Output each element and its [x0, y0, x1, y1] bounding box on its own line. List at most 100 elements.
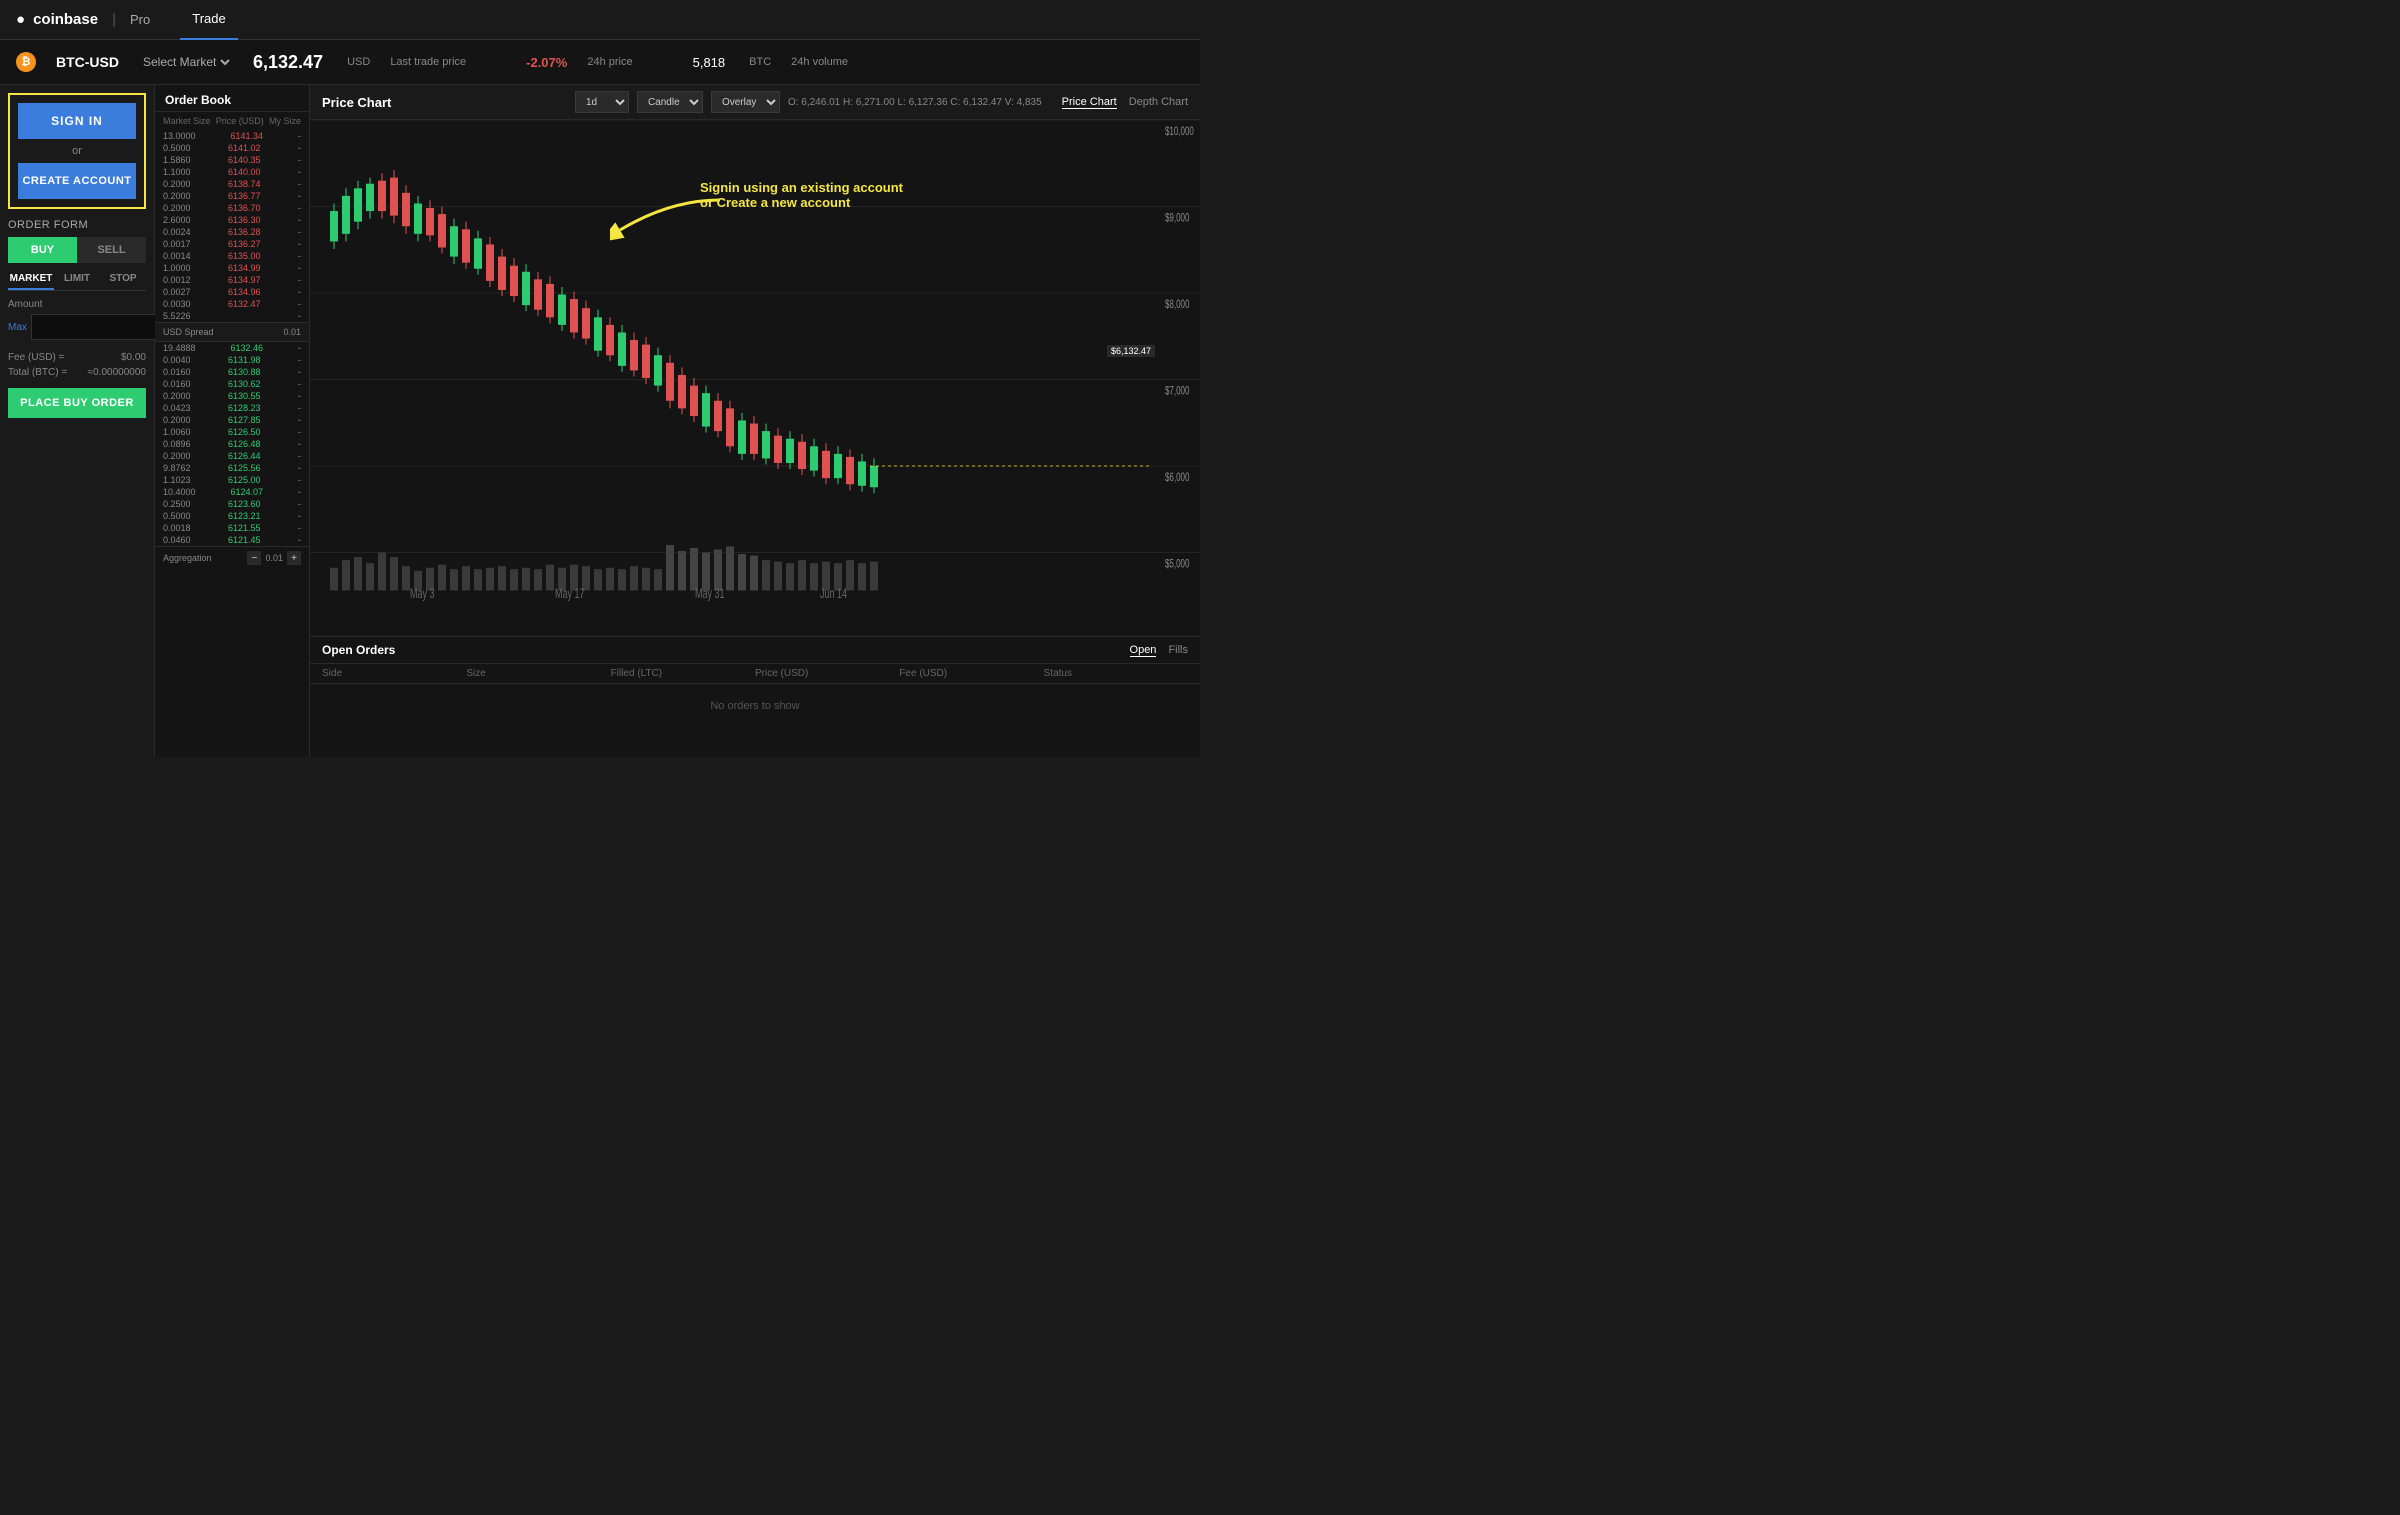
ask-mysize: - [298, 239, 301, 249]
tab-open[interactable]: Open [1130, 644, 1157, 657]
ask-mysize: - [298, 263, 301, 273]
tab-depth-chart[interactable]: Depth Chart [1129, 96, 1188, 109]
col-market-size: Market Size [163, 116, 211, 126]
bid-mysize: - [298, 427, 301, 437]
ask-price: 6135.00 [228, 251, 261, 261]
bid-mysize: - [298, 403, 301, 413]
timeframe-select[interactable]: 1d1h15m [575, 91, 629, 113]
col-price-usd: Price (USD) [755, 668, 899, 679]
col-filled: Filled (LTC) [611, 668, 755, 679]
svg-text:$6,000: $6,000 [1165, 472, 1190, 485]
ask-mysize: - [298, 275, 301, 285]
sign-in-box: SIGN IN or CREATE ACCOUNT [8, 93, 146, 209]
bid-row: 9.87626125.56- [155, 462, 309, 474]
total-label: Total (BTC) = [8, 367, 67, 378]
aggregation-plus-button[interactable]: + [287, 551, 301, 565]
volume-unit: BTC [749, 56, 771, 68]
btc-icon: ₿ [16, 52, 36, 72]
ask-mysize: - [298, 251, 301, 261]
market-tab[interactable]: MARKET [8, 269, 54, 290]
aggregation-minus-button[interactable]: − [247, 551, 261, 565]
ticker-bar: ₿ BTC-USD Select Market 6,132.47 USD Las… [0, 40, 1200, 85]
bid-mysize: - [298, 511, 301, 521]
ask-size: 0.0014 [163, 251, 191, 261]
tab-fills[interactable]: Fills [1168, 644, 1188, 657]
sell-tab[interactable]: SELL [77, 237, 146, 263]
place-order-button[interactable]: PLACE BUY ORDER [8, 388, 146, 418]
ask-mysize: - [298, 179, 301, 189]
tab-trade[interactable]: Trade [180, 0, 237, 40]
svg-text:May 31: May 31 [695, 587, 724, 601]
bid-row: 0.20006127.85- [155, 414, 309, 426]
open-orders-header: Open Orders Open Fills [310, 637, 1200, 664]
ask-mysize: - [298, 287, 301, 297]
col-size: Size [466, 668, 610, 679]
ask-row: 0.20006136.77- [155, 190, 309, 202]
ask-row: 1.00006134.99- [155, 262, 309, 274]
bid-price: 6121.45 [228, 535, 261, 545]
candle-chart-svg: $10,000 $9,000 $8,000 $7,000 $6,000 $5,0… [310, 120, 1200, 636]
select-market[interactable]: Select Market [139, 54, 233, 70]
svg-text:$10,000: $10,000 [1165, 126, 1194, 139]
ask-mysize: - [298, 191, 301, 201]
ask-size: 2.6000 [163, 215, 191, 225]
overlay-select[interactable]: Overlay [711, 91, 780, 113]
tab-price-chart[interactable]: Price Chart [1062, 96, 1117, 109]
bid-size: 0.2500 [163, 499, 191, 509]
ask-size: 13.0000 [163, 131, 196, 141]
max-link[interactable]: Max [8, 322, 31, 333]
ask-row: 2.60006136.30- [155, 214, 309, 226]
chart-area: Price Chart 1d1h15m CandleLine Overlay O… [310, 85, 1200, 757]
open-orders-tabs: Open Fills [1130, 644, 1188, 657]
ask-price: 6136.28 [228, 227, 261, 237]
bid-mysize: - [298, 463, 301, 473]
main-layout: SIGN IN or CREATE ACCOUNT Order Form BUY… [0, 85, 1200, 757]
bid-row: 0.25006123.60- [155, 498, 309, 510]
ask-size: 1.1000 [163, 167, 191, 177]
bid-row: 0.00406131.98- [155, 354, 309, 366]
ask-mysize: - [298, 311, 301, 321]
ask-price: 6134.99 [228, 263, 261, 273]
fee-row: Fee (USD) = $0.00 [8, 350, 146, 365]
bid-size: 0.0040 [163, 355, 191, 365]
ask-size: 0.0012 [163, 275, 191, 285]
current-price-label: $6,132.47 [1107, 345, 1155, 357]
sign-in-button[interactable]: SIGN IN [18, 103, 136, 139]
bid-price: 6125.56 [228, 463, 261, 473]
buy-sell-tabs: BUY SELL [8, 237, 146, 263]
stop-tab[interactable]: STOP [100, 269, 146, 290]
order-book-columns: Market Size Price (USD) My Size [155, 112, 309, 130]
chart-title: Price Chart [322, 95, 391, 110]
ohlcv-data: O: 6,246.01 H: 6,271.00 L: 6,127.36 C: 6… [788, 97, 1042, 108]
bid-price: 6127.85 [228, 415, 261, 425]
bid-price: 6128.23 [228, 403, 261, 413]
ask-mysize: - [298, 155, 301, 165]
ask-size: 5.5226 [163, 311, 191, 321]
bid-mysize: - [298, 391, 301, 401]
ask-price: 6136.77 [228, 191, 261, 201]
total-row: Total (BTC) = ≈0.00000000 [8, 365, 146, 380]
bid-size: 1.1023 [163, 475, 191, 485]
chart-type-select[interactable]: CandleLine [637, 91, 703, 113]
price-chart-section: Price Chart 1d1h15m CandleLine Overlay O… [310, 85, 1200, 637]
fee-value: $0.00 [121, 352, 146, 363]
create-account-button[interactable]: CREATE ACCOUNT [18, 163, 136, 199]
open-orders-section: Open Orders Open Fills Side Size Filled … [310, 637, 1200, 757]
buy-tab[interactable]: BUY [8, 237, 77, 263]
bid-price: 6126.44 [228, 451, 261, 461]
bid-price: 6131.98 [228, 355, 261, 365]
ask-mysize: - [298, 143, 301, 153]
ask-mysize: - [298, 131, 301, 141]
bid-size: 0.5000 [163, 511, 191, 521]
ask-row: 0.00306132.47- [155, 298, 309, 310]
bid-row: 1.10236125.00- [155, 474, 309, 486]
bid-size: 19.4888 [163, 343, 196, 353]
bid-row: 0.04606121.45- [155, 534, 309, 546]
bid-price: 6132.46 [231, 343, 264, 353]
bid-size: 10.4000 [163, 487, 196, 497]
ask-row: 0.00126134.97- [155, 274, 309, 286]
ask-rows: 13.00006141.34-0.50006141.02-1.58606140.… [155, 130, 309, 322]
limit-tab[interactable]: LIMIT [54, 269, 100, 290]
bid-row: 0.00186121.55- [155, 522, 309, 534]
chart-view-tabs: Price Chart Depth Chart [1062, 96, 1188, 109]
